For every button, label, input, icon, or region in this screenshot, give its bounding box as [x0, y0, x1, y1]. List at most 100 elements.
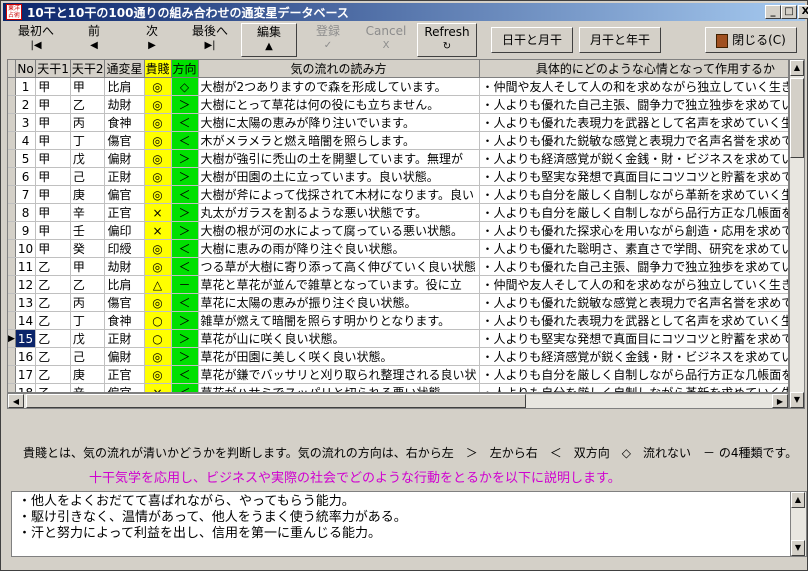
- cell-feeling[interactable]: ・人よりも優れた鋭敏な感覚と表現力で名声名誉を求めていく: [479, 293, 788, 312]
- next-record-button[interactable]: 次 ▶: [125, 23, 179, 57]
- table-row[interactable]: 8 甲辛正官 × ＞丸太がガラスを割るような悪い状態です。 ・人よりも自分を厳しく自制し…: [8, 203, 788, 222]
- cell-tsuhensei[interactable]: 正財: [104, 329, 145, 348]
- cell-feeling[interactable]: ・人よりも自分を厳しく自制しながら品行方正な几帳面を求め: [479, 365, 788, 384]
- cell-direction[interactable]: ＜: [171, 365, 199, 384]
- cell-tsuhensei[interactable]: 食神: [104, 311, 145, 330]
- cell-kan2[interactable]: 壬: [70, 221, 106, 240]
- cell-kan2[interactable]: 戊: [70, 149, 106, 168]
- cell-kan1[interactable]: 乙: [35, 293, 71, 312]
- cell-reading[interactable]: 草花と草花が並んで雑草となっています。役に立: [198, 275, 480, 294]
- cell-no[interactable]: 7: [15, 185, 37, 204]
- cell-reading[interactable]: 丸太がガラスを割るような悪い状態です。: [198, 203, 480, 222]
- cell-feeling[interactable]: ・人よりも堅実な発想で真面目にコツコツと貯蓄を求めていく: [479, 167, 788, 186]
- cell-tsuhensei[interactable]: 傷官: [104, 293, 145, 312]
- cell-kan2[interactable]: 庚: [70, 185, 106, 204]
- row-selector[interactable]: [8, 95, 16, 114]
- cell-reading[interactable]: 草花に太陽の恵みが振り注ぐ良い状態。: [198, 293, 480, 312]
- cell-no[interactable]: 9: [15, 221, 37, 240]
- last-record-button[interactable]: 最後へ ▶|: [183, 23, 237, 57]
- cell-kisen[interactable]: ○: [144, 311, 172, 330]
- cell-tsuhensei[interactable]: 劫財: [104, 95, 145, 114]
- cell-reading[interactable]: 雑草が燃えて暗闇を照らす明かりとなります。: [198, 311, 480, 330]
- cell-kan2[interactable]: 丁: [70, 131, 106, 150]
- table-row[interactable]: 12 乙乙比肩 △ －草花と草花が並んで雑草となっています。役に立 ・仲間や友人そして人…: [8, 275, 788, 294]
- cell-kan2[interactable]: 丁: [70, 311, 106, 330]
- cell-tsuhensei[interactable]: 偏財: [104, 149, 145, 168]
- cell-kan1[interactable]: 乙: [35, 257, 71, 276]
- grid-vertical-scrollbar[interactable]: ▲ ▼: [789, 59, 805, 409]
- cell-kan2[interactable]: 乙: [70, 95, 106, 114]
- cell-kan1[interactable]: 乙: [35, 365, 71, 384]
- table-row[interactable]: 4 甲丁傷官 ◎ ＜木がメラメラと燃え暗闇を照らします。 ・人よりも優れた鋭敏な感覚と表…: [8, 131, 788, 150]
- cell-kan1[interactable]: 甲: [35, 95, 71, 114]
- cell-kisen[interactable]: ◎: [144, 257, 172, 276]
- cell-kisen[interactable]: ×: [144, 383, 172, 392]
- cell-kan1[interactable]: 甲: [35, 113, 71, 132]
- col-header-reading[interactable]: 気の流れの読み方: [198, 60, 480, 78]
- cell-tsuhensei[interactable]: 正財: [104, 167, 145, 186]
- cell-direction[interactable]: ＜: [171, 185, 199, 204]
- cell-feeling[interactable]: ・人よりも優れた自己主張、闘争力で独立独歩を求めていく生: [479, 95, 788, 114]
- row-selector[interactable]: [8, 275, 16, 294]
- edit-button[interactable]: 編集 ▲: [241, 23, 297, 57]
- row-selector[interactable]: [8, 113, 16, 132]
- row-selector[interactable]: [8, 149, 16, 168]
- table-row[interactable]: 7 甲庚偏官 ◎ ＜大樹が斧によって伐採されて木材になります。良い ・人よりも自分を厳し…: [8, 185, 788, 204]
- cell-kisen[interactable]: ×: [144, 221, 172, 240]
- detail-scroll-down-icon[interactable]: ▼: [791, 540, 805, 556]
- row-selector[interactable]: [8, 365, 16, 384]
- cell-kan1[interactable]: 甲: [35, 185, 71, 204]
- cell-tsuhensei[interactable]: 偏印: [104, 221, 145, 240]
- cell-feeling[interactable]: ・人よりも堅実な発想で真面目にコツコツと貯蓄を求めていく: [479, 329, 788, 348]
- row-selector[interactable]: ▶: [8, 329, 16, 348]
- cell-reading[interactable]: 大樹が斧によって伐採されて木材になります。良い: [198, 185, 480, 204]
- month-year-button[interactable]: 月干と年干: [579, 27, 661, 53]
- cell-kisen[interactable]: ◎: [144, 131, 172, 150]
- cell-kan1[interactable]: 甲: [35, 203, 71, 222]
- detail-scroll-up-icon[interactable]: ▲: [791, 492, 805, 508]
- cell-reading[interactable]: 大樹の根が河の水によって腐っている悪い状態。: [198, 221, 480, 240]
- cell-feeling[interactable]: ・仲間や友人そして人の和を求めながら独立していく生き方。: [479, 77, 788, 96]
- cell-tsuhensei[interactable]: 正官: [104, 365, 145, 384]
- h-scroll-thumb[interactable]: [26, 394, 526, 408]
- table-row[interactable]: 9 甲壬偏印 × ＞大樹の根が河の水によって腐っている悪い状態。 ・人よりも優れた探求心…: [8, 221, 788, 240]
- cell-direction[interactable]: ＞: [171, 347, 199, 366]
- cell-tsuhensei[interactable]: 劫財: [104, 257, 145, 276]
- cell-kisen[interactable]: ◎: [144, 167, 172, 186]
- cell-no[interactable]: 16: [15, 347, 37, 366]
- cell-no[interactable]: 4: [15, 131, 37, 150]
- row-selector[interactable]: [8, 347, 16, 366]
- cell-no[interactable]: 1: [15, 77, 37, 96]
- cell-kan1[interactable]: 乙: [35, 329, 71, 348]
- close-window-button[interactable]: X: [798, 5, 808, 19]
- cell-kan2[interactable]: 丙: [70, 113, 106, 132]
- maximize-button[interactable]: □: [781, 5, 797, 19]
- cell-no[interactable]: 10: [15, 239, 37, 258]
- cell-direction[interactable]: ＜: [171, 257, 199, 276]
- cell-direction[interactable]: ＞: [171, 329, 199, 348]
- first-record-button[interactable]: 最初へ |◀: [9, 23, 63, 57]
- cell-kan1[interactable]: 甲: [35, 149, 71, 168]
- table-row[interactable]: 11 乙甲劫財 ◎ ＜つる草が大樹に寄り添って高く伸びていく良い状態 ・人よりも優れた自…: [8, 257, 788, 276]
- cell-feeling[interactable]: ・人よりも自分を厳しく自制しながら革新を求めていく生き方。: [479, 185, 788, 204]
- cell-feeling[interactable]: ・人よりも優れた表現力を武器として名声を求めていく生き方。: [479, 311, 788, 330]
- cell-no[interactable]: 11: [15, 257, 37, 276]
- cell-reading[interactable]: 大樹に太陽の恵みが降り注いでいます。: [198, 113, 480, 132]
- detail-textbox[interactable]: ・他人をよくおだてて喜ばれながら、やってもらう能力。 ・駆け引きなく、温情があっ…: [11, 491, 807, 557]
- cell-no[interactable]: 8: [15, 203, 37, 222]
- scroll-down-arrow-icon[interactable]: ▼: [790, 392, 804, 408]
- close-app-button[interactable]: 閉じる(C): [705, 27, 797, 53]
- cell-kisen[interactable]: ◎: [144, 95, 172, 114]
- cell-kisen[interactable]: ◎: [144, 149, 172, 168]
- table-row[interactable]: 10 甲癸印綬 ◎ ＜大樹に恵みの雨が降り注ぐ良い状態。 ・人よりも優れた聡明さ、素直さ…: [8, 239, 788, 258]
- cell-no[interactable]: 6: [15, 167, 37, 186]
- cell-kisen[interactable]: ◎: [144, 347, 172, 366]
- refresh-button[interactable]: Refresh ↻: [417, 23, 477, 57]
- col-header-tsuhensei[interactable]: 通変星: [104, 60, 145, 78]
- cell-direction[interactable]: ＜: [171, 113, 199, 132]
- cell-tsuhensei[interactable]: 食神: [104, 113, 145, 132]
- cell-feeling[interactable]: ・人よりも優れた鋭敏な感覚と表現力で名声名誉を求めていく: [479, 131, 788, 150]
- cell-kan1[interactable]: 乙: [35, 275, 71, 294]
- table-row[interactable]: ▶ 15 乙戊正財 ○ ＞草花が山に咲く良い状態。 ・人よりも堅実な発想で真面目にコツコツ…: [8, 329, 788, 348]
- table-row[interactable]: 3 甲丙食神 ◎ ＜大樹に太陽の恵みが降り注いでいます。 ・人よりも優れた表現力を武器と…: [8, 113, 788, 132]
